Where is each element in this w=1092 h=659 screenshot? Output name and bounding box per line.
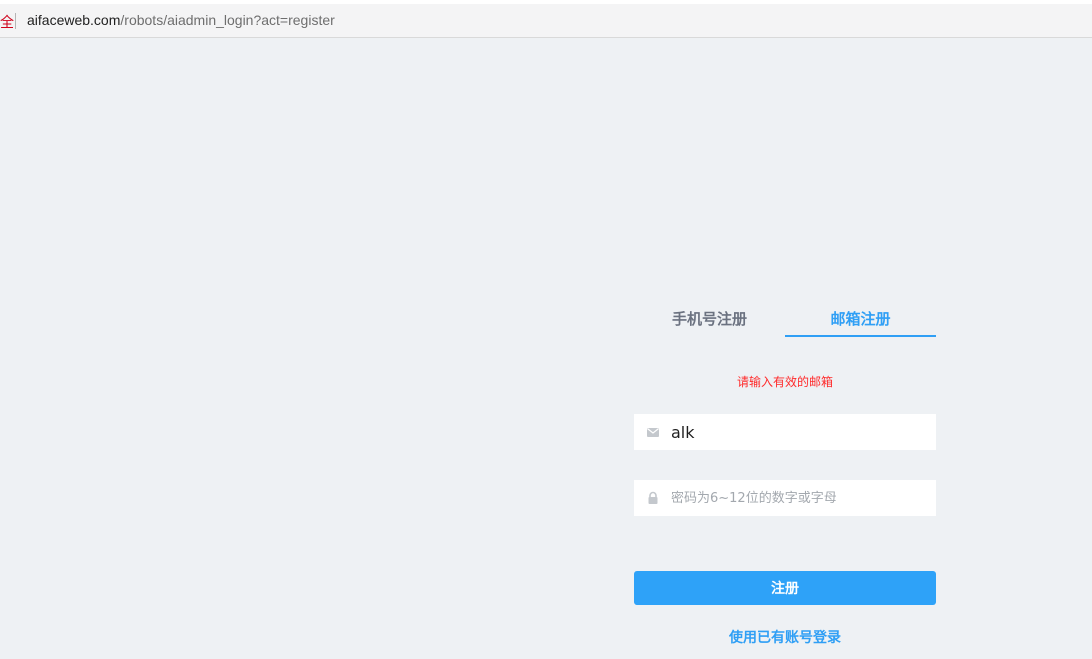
email-field[interactable] <box>634 414 936 450</box>
password-input[interactable] <box>671 480 926 516</box>
login-link[interactable]: 使用已有账号登录 <box>634 627 936 647</box>
url-text[interactable]: aifaceweb.com/robots/aiadmin_login?act=r… <box>27 12 335 28</box>
register-tabs: 手机号注册 邮箱注册 <box>634 303 936 337</box>
register-button[interactable]: 注册 <box>634 571 936 605</box>
url-host: aifaceweb.com <box>27 12 121 28</box>
url-path: /robots/aiadmin_login?act=register <box>120 12 335 28</box>
tab-phone-register[interactable]: 手机号注册 <box>634 303 785 335</box>
tab-email-register[interactable]: 邮箱注册 <box>785 303 936 337</box>
mail-icon <box>647 428 659 437</box>
page-background <box>0 39 1092 659</box>
password-field[interactable] <box>634 480 936 516</box>
email-input[interactable] <box>671 414 926 450</box>
error-message: 请输入有效的邮箱 <box>736 375 833 389</box>
address-bar[interactable]: 全 aifaceweb.com/robots/aiadmin_login?act… <box>0 4 1092 38</box>
lock-icon <box>648 491 658 504</box>
security-indicator[interactable]: 全 <box>0 12 14 32</box>
address-bar-divider <box>15 13 16 29</box>
